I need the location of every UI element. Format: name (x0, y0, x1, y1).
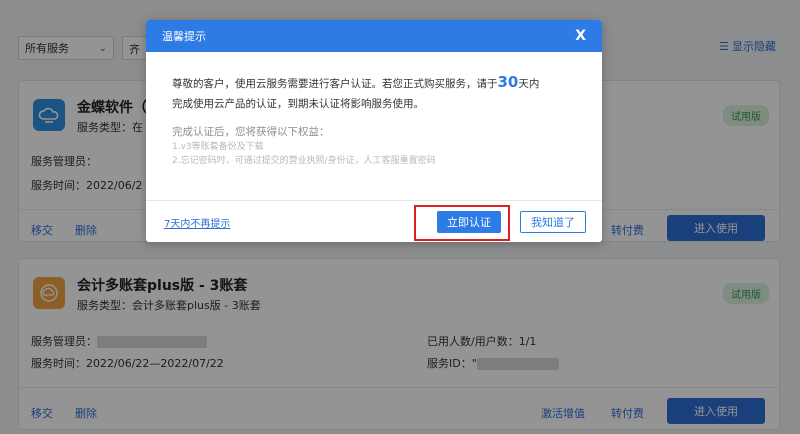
close-icon[interactable]: X (575, 28, 586, 44)
dialog-title: 温馨提示 (162, 30, 206, 43)
reminder-dialog: 温馨提示 X 尊敬的客户，使用云服务需要进行客户认证。若您正式购买服务，请于30… (146, 20, 602, 242)
benefit-item: 1.v3等账套备份及下载 (172, 142, 264, 152)
got-it-button[interactable]: 我知道了 (520, 211, 586, 233)
benefits-title: 完成认证后，您将获得以下权益： (172, 126, 330, 138)
notice-text: 尊敬的客户，使用云服务需要进行客户认证。若您正式购买服务，请于30天内 完成使用… (172, 73, 540, 110)
dialog-footer: 7天内不再提示 立即认证 我知道了 (146, 200, 602, 242)
no-remind-7days-link[interactable]: 7天内不再提示 (164, 215, 230, 230)
verify-now-button[interactable]: 立即认证 (437, 211, 501, 233)
days-highlight: 30 (497, 73, 519, 91)
dialog-header: 温馨提示 X (146, 20, 602, 52)
dialog-body: 尊敬的客户，使用云服务需要进行客户认证。若您正式购买服务，请于30天内 完成使用… (146, 52, 602, 202)
benefit-item: 2.忘记密码时，可通过提交的营业执照/身份证，人工客服重置密码 (172, 156, 436, 166)
